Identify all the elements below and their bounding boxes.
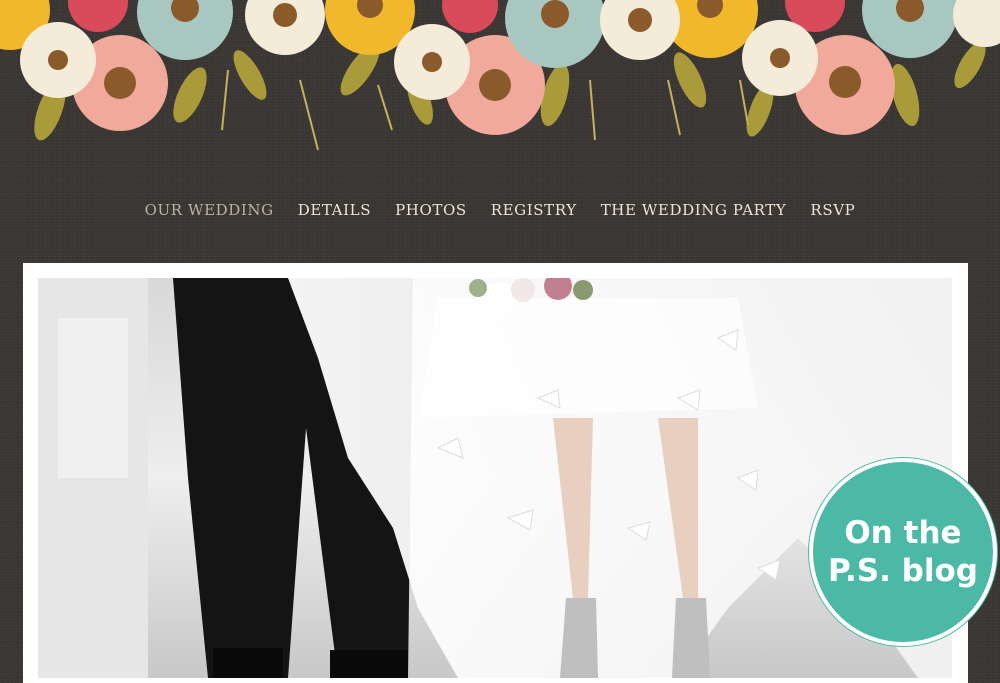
nav-our-wedding[interactable]: OUR WEDDING — [133, 197, 286, 225]
wedding-photo — [38, 278, 952, 678]
badge-line-2: P.S. blog — [827, 553, 978, 589]
ps-blog-badge[interactable]: On the P.S. blog — [813, 462, 993, 642]
nav-rsvp[interactable]: RSVP — [798, 197, 867, 225]
floral-banner — [0, 0, 1000, 151]
nav-photos[interactable]: PHOTOS — [383, 197, 479, 225]
nav-registry[interactable]: REGISTRY — [479, 197, 589, 225]
nav-details[interactable]: DETAILS — [286, 197, 383, 225]
badge-line-1: On the — [844, 515, 962, 551]
main-nav: OUR WEDDING DETAILS PHOTOS REGISTRY THE … — [0, 197, 1000, 225]
nav-wedding-party[interactable]: THE WEDDING PARTY — [589, 197, 799, 225]
